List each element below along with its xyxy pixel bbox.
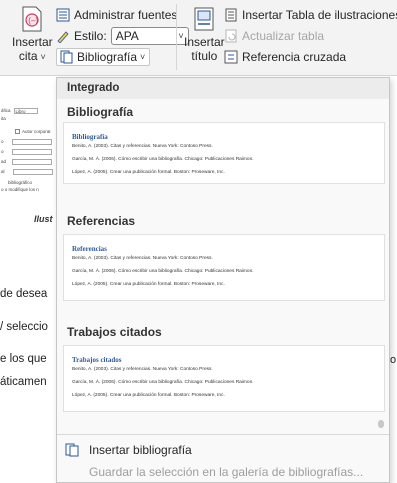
bibliography-gallery: Integrado Bibliografía Bibliografía Beni… [56,77,390,483]
preview-entry: García, M. Á. (2006). Cómo escribir una … [72,269,254,274]
update-table-icon [225,29,237,43]
doc-line: áticamen [0,376,47,388]
preview-entry: Benito, A. (2003). Citas y referencias. … [72,367,213,372]
insert-citation-button[interactable]: (–) Insertar cita ˅ [12,6,53,64]
manage-sources-button[interactable]: Administrar fuentes [56,6,177,24]
ribbon: (–) Insertar cita ˅ Administrar fuentes E… [0,0,397,76]
style-label: Estilo: [74,29,107,43]
insert-caption-icon [194,7,214,31]
gallery-section-header: Integrado [67,82,120,94]
insert-bibliography-command[interactable]: Insertar bibliografía [65,441,192,459]
preview-entry: López, A. (2005). Crear una publicación … [72,282,225,287]
cross-reference-button[interactable]: Referencia cruzada [224,48,346,66]
mini-checkbox [15,129,20,134]
insert-caption-label-1: Insertar [184,35,225,49]
gallery-item-label: Referencias [67,214,136,228]
update-table-label: Actualizar tabla [242,29,325,43]
doc-line: de desea [0,288,48,300]
cross-reference-label: Referencia cruzada [242,50,347,64]
style-row: Estilo: APA ˅ [56,27,189,45]
mini-label: áfica [1,108,11,113]
insert-bibliography-icon [65,443,79,457]
preview-title: Bibliografía [72,133,108,141]
mini-label: Autor corporat [22,129,51,134]
save-selection-label: Guardar la selección en la galería de bi… [89,465,364,479]
gallery-item-references[interactable]: Referencias Benito, A. (2003). Citas y r… [63,234,385,301]
insert-citation-label-1: Insertar [12,35,53,49]
preview-entry: López, A. (2005). Crear una publicación … [72,170,225,175]
insert-table-figures-button[interactable]: Insertar Tabla de ilustraciones [224,6,397,24]
gallery-item-bibliography[interactable]: Bibliografía Benito, A. (2003). Citas y … [63,122,385,184]
preview-entry: Benito, A. (2003). Citas y referencias. … [72,144,213,149]
doc-line: / seleccio [0,321,48,333]
document-background: áfica Libro ita Autor corporat o o ad al… [0,77,56,483]
insert-caption-button[interactable]: Insertar título [184,6,225,63]
manage-sources-label: Administrar fuentes [74,8,178,22]
save-selection-command[interactable]: Guardar la selección en la galería de bi… [65,463,363,481]
preview-entry: García, M. Á. (2006). Cómo escribir una … [72,380,254,385]
doc-line-fragment: o [390,354,397,366]
bibliography-button[interactable]: Bibliografía ˅ [56,48,151,66]
preview-entry: Benito, A. (2003). Citas y referencias. … [72,256,213,261]
preview-title: Trabajos citados [72,356,122,364]
mini-field: Libro [13,107,38,114]
bibliography-label: Bibliografía [77,50,138,64]
table-figures-icon [225,8,237,22]
bibliography-icon [60,50,73,64]
manage-sources-icon [56,8,70,22]
preview-entry: García, M. Á. (2006). Cómo escribir una … [72,157,254,162]
gallery-scrollbar[interactable] [378,420,384,428]
insert-table-figures-label: Insertar Tabla de ilustraciones [242,8,397,22]
style-icon [57,31,69,43]
gallery-divider [57,434,389,435]
gallery-item-label: Bibliografía [67,105,134,119]
insert-bibliography-label: Insertar bibliografía [89,443,192,457]
insert-citation-icon: (–) [22,6,42,32]
chevron-down-icon: ˅ [140,52,146,62]
preview-title: Referencias [72,245,107,253]
chevron-down-icon: ˅ [178,31,184,41]
mini-label: ita [1,116,6,121]
cross-reference-icon [224,50,238,64]
update-table-button[interactable]: Actualizar tabla [224,27,324,45]
doc-line: e los que [0,353,47,365]
gallery-item-works-cited[interactable]: Trabajos citados Benito, A. (2003). Cita… [63,345,385,412]
gallery-item-label: Trabajos citados [67,325,162,339]
insert-caption-label-2: título [191,49,218,63]
ribbon-separator [176,4,177,70]
preview-entry: López, A. (2005). Crear una publicación … [72,393,225,398]
svg-text:(–): (–) [29,16,39,25]
insert-citation-label-2: cita ˅ [18,49,46,63]
style-value: APA [115,29,139,43]
figure-caption: Ilust [34,214,53,224]
